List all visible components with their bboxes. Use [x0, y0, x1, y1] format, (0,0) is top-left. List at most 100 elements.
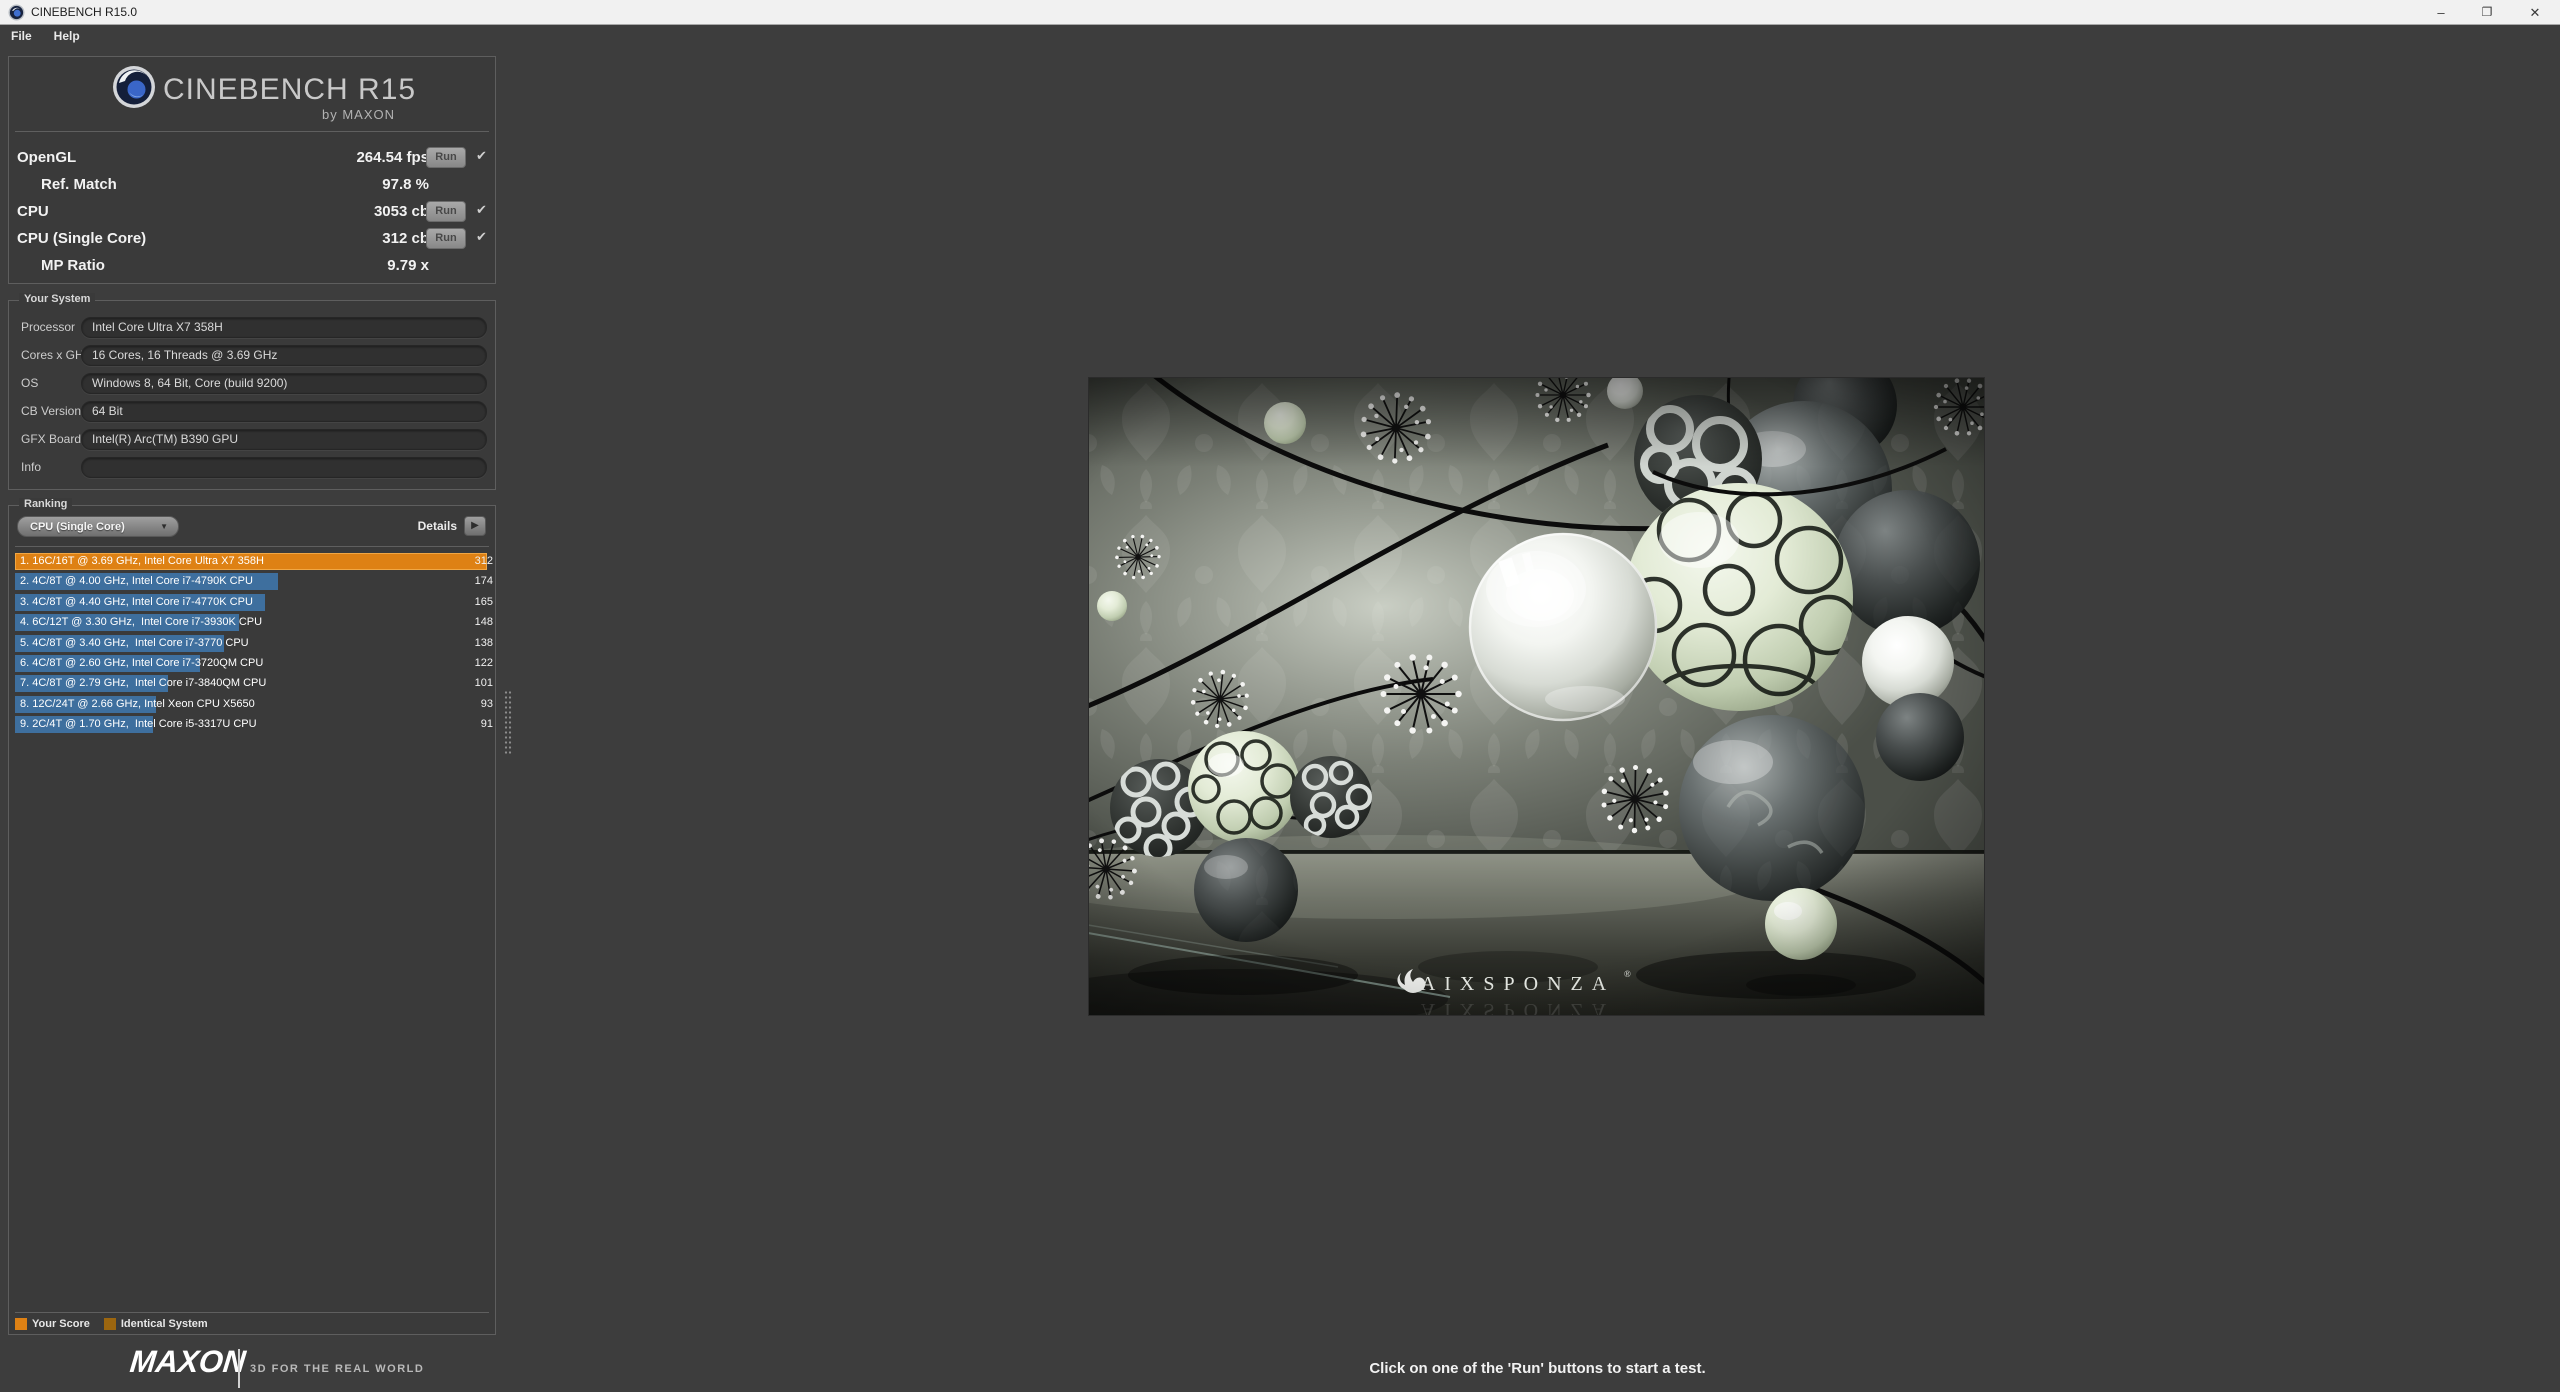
system-field-processor[interactable]: Intel Core Ultra X7 358H: [81, 317, 487, 338]
ranking-row-5[interactable]: 5. 4C/8T @ 3.40 GHz, Intel Core i7-3770 …: [15, 634, 495, 654]
ranking-row-value: 91: [480, 718, 493, 731]
result-label: MP Ratio: [41, 257, 105, 274]
ranking-list: 1. 16C/16T @ 3.69 GHz, Intel Core Ultra …: [15, 552, 495, 742]
legend-label-your-score: Your Score: [32, 1318, 90, 1330]
system-label: CB Version: [21, 404, 82, 418]
ranking-row-value: 165: [474, 595, 493, 608]
divider: [15, 546, 489, 547]
ranking-row-value: 148: [474, 616, 493, 629]
system-label: Processor: [21, 320, 76, 334]
system-label: GFX Board: [21, 432, 82, 446]
ranking-panel: Ranking CPU (Single Core) ▼ Details ▶ 1.…: [8, 498, 496, 1335]
system-row-processor: Processor Intel Core Ultra X7 358H: [9, 315, 495, 343]
check-icon: ✔: [476, 202, 487, 217]
ranking-row-9[interactable]: 9. 2C/4T @ 1.70 GHz, Intel Core i5-3317U…: [15, 715, 495, 735]
legend-label-identical-system: Identical System: [120, 1318, 208, 1330]
ranking-row-7[interactable]: 7. 4C/8T @ 2.79 GHz, Intel Core i7-3840Q…: [15, 674, 495, 694]
divider: [238, 1349, 240, 1388]
system-fields: Processor Intel Core Ultra X7 358H Cores x…: [9, 315, 495, 483]
details-label: Details: [417, 519, 457, 533]
check-icon: ✔: [476, 229, 487, 244]
ranking-row-value: 122: [474, 657, 493, 669]
system-field-gfx-board[interactable]: Intel(R) Arc(TM) B390 GPU: [81, 429, 487, 450]
ranking-row-3[interactable]: 3. 4C/8T @ 4.40 GHz, Intel Core i7-4770K…: [15, 593, 495, 613]
ranking-legend: Your Score Identical System: [15, 1317, 222, 1331]
ranking-row-value: 312: [474, 555, 493, 567]
ranking-row-label: 3. 4C/8T @ 4.40 GHz, Intel Core i7-4770K…: [20, 595, 253, 608]
ranking-row-label: 8. 12C/24T @ 2.66 GHz, Intel Xeon CPU X5…: [20, 697, 255, 710]
ranking-row-label: 6. 4C/8T @ 2.60 GHz, Intel Core i7-3720Q…: [20, 657, 264, 669]
render-preview-image: AIXSPONZA ® AIXSPONZA: [1008, 353, 1994, 1029]
system-field-os[interactable]: Windows 8, 64 Bit, Core (build 9200): [81, 373, 487, 394]
system-label: Cores x GHz: [21, 348, 90, 362]
ranking-row-value: 138: [474, 636, 493, 649]
result-value: 9.79 x: [387, 257, 429, 274]
cinebench-ball-logo: [113, 66, 155, 108]
menu-item-file[interactable]: File: [0, 25, 43, 48]
ranking-row-value: 174: [474, 575, 493, 588]
system-label: Info: [21, 460, 42, 474]
ranking-title: Ranking: [19, 498, 73, 510]
system-row-os: OS Windows 8, 64 Bit, Core (build 9200): [9, 371, 495, 399]
system-row-gfx-board: GFX Board Intel(R) Arc(TM) B390 GPU: [9, 427, 495, 455]
result-value: 312 cb: [382, 230, 429, 247]
result-row-opengl: OpenGL 264.54 fps Run ✔: [9, 145, 495, 172]
maxon-tagline: 3D FOR THE REAL WORLD: [250, 1363, 425, 1375]
legend-swatch-your-score: [15, 1318, 27, 1330]
divider: [15, 1312, 489, 1313]
check-icon: ✔: [476, 148, 487, 163]
your-system-title: Your System: [19, 293, 96, 305]
result-label: CPU (Single Core): [17, 230, 147, 247]
cinebench-logo-title: CINEBENCH R15: [163, 73, 417, 106]
ranking-row-value: 101: [474, 677, 493, 690]
ranking-row-label: 9. 2C/4T @ 1.70 GHz, Intel Core i5-3317U…: [20, 718, 257, 731]
ranking-row-6[interactable]: 6. 4C/8T @ 2.60 GHz, Intel Core i7-3720Q…: [15, 654, 495, 674]
menu-bar: File Help: [0, 25, 2560, 48]
ranking-row-label: 2. 4C/8T @ 4.00 GHz, Intel Core i7-4790K…: [20, 575, 253, 588]
ranking-filter-value: CPU (Single Core): [30, 521, 125, 533]
chevron-down-icon: ▼: [160, 522, 168, 531]
ranking-row-8[interactable]: 8. 12C/24T @ 2.66 GHz, Intel Xeon CPU X5…: [15, 695, 495, 715]
run-button-opengl[interactable]: Run: [426, 147, 466, 168]
window-title: CINEBENCH R15.0: [31, 5, 138, 19]
result-label: OpenGL: [17, 149, 77, 166]
cinebench-logo-subtitle: by MAXON: [321, 107, 395, 122]
ranking-filter-dropdown[interactable]: CPU (Single Core) ▼: [17, 516, 179, 537]
run-button-cpu-single-core[interactable]: Run: [426, 228, 466, 249]
ranking-row-label: 4. 6C/12T @ 3.30 GHz, Intel Core i7-3930…: [20, 616, 263, 629]
panel-resize-grip[interactable]: [504, 690, 513, 756]
system-row-cb-version: CB Version 64 Bit: [9, 399, 495, 427]
restore-button[interactable]: ❐: [2470, 0, 2504, 25]
details-button[interactable]: ▶: [464, 516, 486, 536]
run-button-cpu[interactable]: Run: [426, 201, 466, 222]
system-field-cores-x-ghz[interactable]: 16 Cores, 16 Threads @ 3.69 GHz: [81, 345, 487, 366]
result-row-cpu: CPU 3053 cb Run ✔: [9, 199, 495, 226]
ranking-row-1[interactable]: 1. 16C/16T @ 3.69 GHz, Intel Core Ultra …: [15, 552, 495, 572]
benchmark-results: OpenGL 264.54 fps Run ✔ Ref. Match 97.8 % CPU 3…: [9, 145, 495, 280]
result-label: CPU: [17, 203, 49, 220]
app-icon: [8, 4, 25, 21]
minimize-button[interactable]: –: [2424, 0, 2458, 25]
system-field-cb-version[interactable]: 64 Bit: [81, 401, 487, 422]
system-field-info[interactable]: [81, 457, 487, 478]
ranking-row-label: 5. 4C/8T @ 3.40 GHz, Intel Core i7-3770 …: [20, 636, 249, 649]
system-row-cores-x-ghz: Cores x GHz 16 Cores, 16 Threads @ 3.69 G…: [9, 343, 495, 371]
system-label: OS: [21, 376, 39, 390]
ranking-row-label: 7. 4C/8T @ 2.79 GHz, Intel Core i7-3840Q…: [20, 677, 267, 690]
ranking-row-4[interactable]: 4. 6C/12T @ 3.30 GHz, Intel Core i7-3930…: [15, 613, 495, 633]
close-button[interactable]: ✕: [2518, 0, 2552, 25]
result-row-cpu-single-core: CPU (Single Core) 312 cb Run ✔: [9, 226, 495, 253]
menu-item-help[interactable]: Help: [43, 25, 91, 48]
ranking-row-2[interactable]: 2. 4C/8T @ 4.00 GHz, Intel Core i7-4790K…: [15, 572, 495, 592]
result-row-mp-ratio: MP Ratio 9.79 x: [9, 253, 495, 280]
result-value: 3053 cb: [373, 203, 429, 220]
result-value: 97.8 %: [382, 176, 429, 193]
status-message: Click on one of the 'Run' buttons to sta…: [1369, 1360, 1706, 1377]
divider: [15, 131, 489, 132]
ranking-row-label: 1. 16C/16T @ 3.69 GHz, Intel Core Ultra …: [20, 555, 264, 567]
maxon-logo: MAXON: [128, 1344, 248, 1379]
your-system-panel: Your System Processor Intel Core Ultra X7…: [8, 293, 496, 490]
result-row-ref-match: Ref. Match 97.8 %: [9, 172, 495, 199]
ranking-row-value: 93: [480, 697, 493, 710]
legend-swatch-identical-system: [103, 1318, 116, 1330]
